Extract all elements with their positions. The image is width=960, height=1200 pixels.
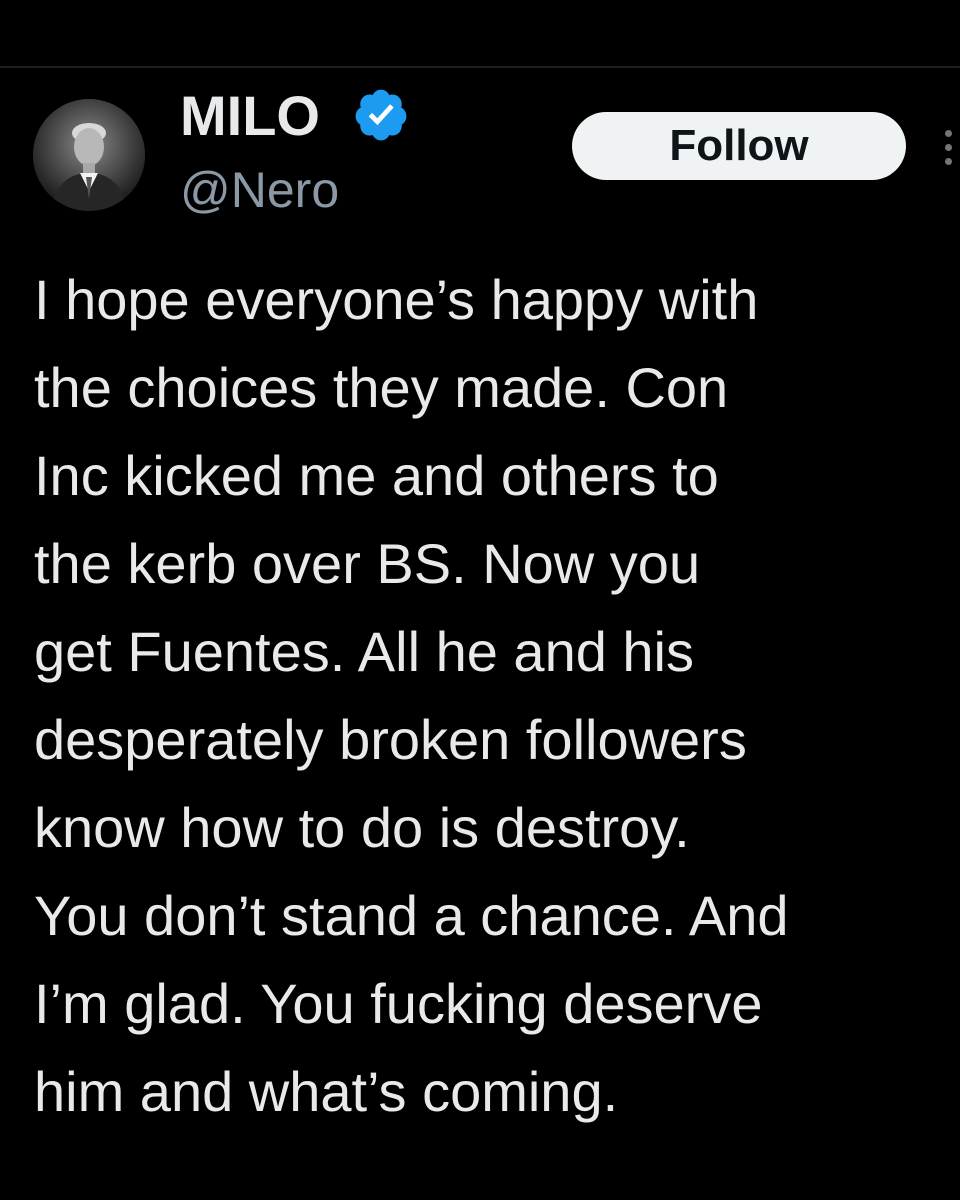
author-handle[interactable]: @Nero [180, 160, 339, 220]
post-text-line: You don’t stand a chance. And [34, 884, 789, 947]
follow-button[interactable]: Follow [572, 112, 906, 180]
post-text-line: know how to do is destroy. [34, 796, 690, 859]
top-divider [0, 66, 960, 68]
avatar[interactable] [33, 99, 145, 211]
more-vertical-icon[interactable] [938, 126, 958, 170]
post-text-line: the choices they made. Con [34, 356, 729, 419]
post-text-line: get Fuentes. All he and his [34, 620, 694, 683]
author-display-name[interactable]: MILO [180, 84, 320, 148]
post-text-line: I’m glad. You fucking deserve [34, 972, 763, 1035]
post-text-line: Inc kicked me and others to [34, 444, 719, 507]
post-text-line: the kerb over BS. Now you [34, 532, 701, 595]
post-text-line: I hope everyone’s happy with [34, 268, 759, 331]
verified-badge-icon [355, 89, 407, 141]
post-text-line: him and what’s coming. [34, 1060, 619, 1123]
avatar-image [33, 99, 145, 211]
post-text-line: desperately broken followers [34, 708, 747, 771]
post-text: I hope everyone’s happy with the choices… [34, 256, 960, 1136]
